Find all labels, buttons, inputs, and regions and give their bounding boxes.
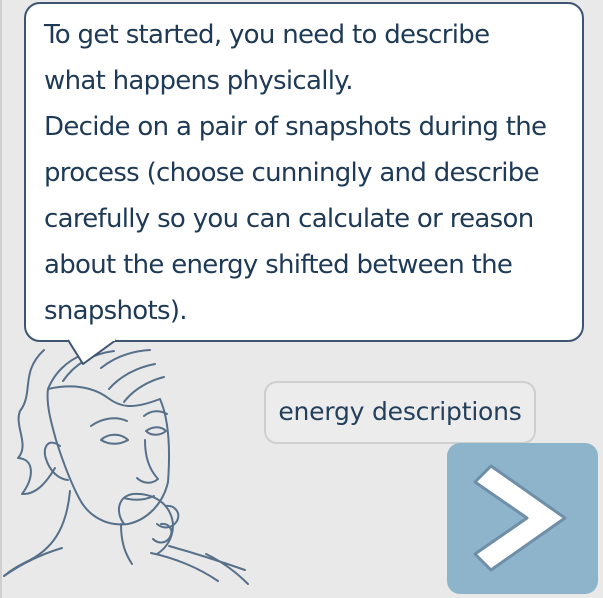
hair-lines [47, 349, 165, 403]
nose [136, 439, 159, 484]
thinking-person-illustration [3, 349, 249, 585]
face-outline [46, 385, 171, 526]
app-stage: To get started, you need to describe wha… [0, 0, 603, 598]
eye-right [145, 426, 167, 436]
shoulder [3, 547, 63, 577]
energy-descriptions-button[interactable]: energy descriptions [264, 381, 536, 444]
hair-outline [17, 349, 56, 496]
eyebrows [90, 410, 168, 427]
arm [150, 545, 249, 585]
next-button[interactable] [447, 443, 598, 594]
speech-text: To get started, you need to describe wha… [44, 20, 547, 326]
ear [43, 441, 69, 481]
eye-left [100, 433, 129, 445]
chevron-right-icon [473, 464, 567, 572]
